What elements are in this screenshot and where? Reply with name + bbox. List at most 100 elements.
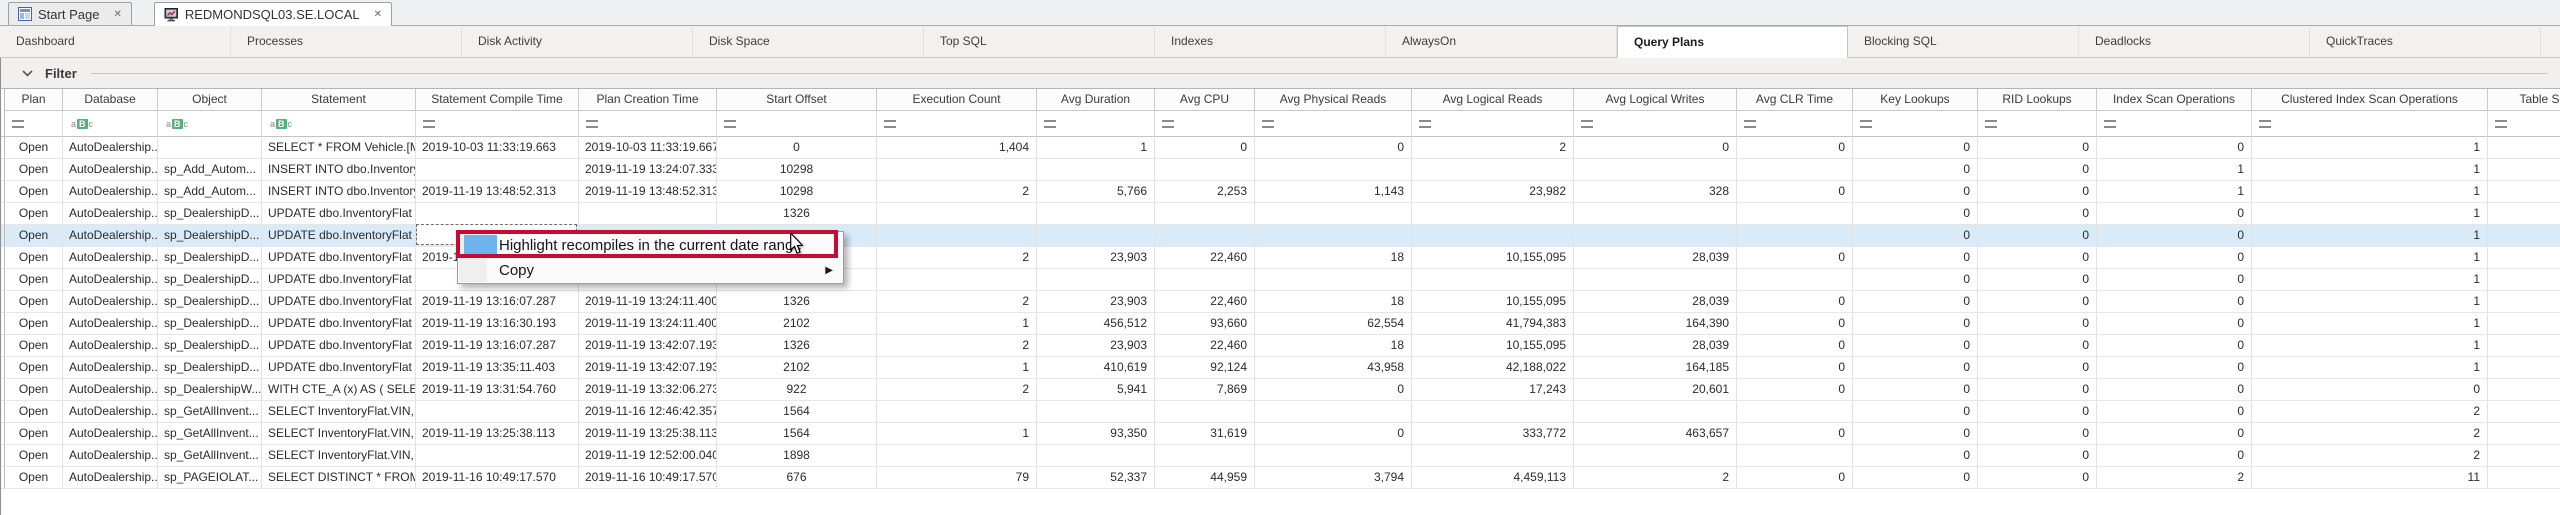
- filter-cell-sct[interactable]: [416, 111, 579, 137]
- cell-plan[interactable]: Open: [5, 401, 63, 423]
- cell-kl: 0: [1853, 247, 1978, 269]
- close-icon[interactable]: ✕: [374, 9, 382, 20]
- chevron-down-icon[interactable]: [22, 69, 33, 77]
- column-header-statement[interactable]: Statement: [262, 89, 416, 111]
- cell-plan[interactable]: Open: [5, 445, 63, 467]
- filter-cell-so[interactable]: [717, 111, 877, 137]
- column-header-cpu[interactable]: Avg CPU: [1155, 89, 1255, 111]
- filter-cell-plan[interactable]: [5, 111, 63, 137]
- column-header-ec[interactable]: Execution Count: [877, 89, 1037, 111]
- filter-cell-ts[interactable]: [2488, 111, 2560, 137]
- cell-ad: 23,903: [1037, 247, 1155, 269]
- cell-plan[interactable]: Open: [5, 467, 63, 489]
- cell-plan[interactable]: Open: [5, 203, 63, 225]
- cell-plan[interactable]: Open: [5, 335, 63, 357]
- close-icon[interactable]: ✕: [113, 9, 121, 20]
- table-row[interactable]: Open AutoDealership... sp_PAGEIOLAT... SELE…: [1, 467, 2560, 489]
- cell-plan[interactable]: Open: [5, 423, 63, 445]
- filter-cell-database[interactable]: aBc: [63, 111, 158, 137]
- column-header-clr[interactable]: Avg CLR Time: [1737, 89, 1853, 111]
- column-header-so[interactable]: Start Offset: [717, 89, 877, 111]
- tab-deadlocks[interactable]: Deadlocks: [2079, 26, 2310, 57]
- table-row[interactable]: Open AutoDealership... sp_DealershipD... UP…: [1, 313, 2560, 335]
- cell-plan[interactable]: Open: [5, 357, 63, 379]
- filter-cell-apr[interactable]: [1255, 111, 1412, 137]
- tab-alwayson[interactable]: AlwaysOn: [1386, 26, 1617, 57]
- filter-cell-statement[interactable]: aBc: [262, 111, 416, 137]
- filter-cell-pct[interactable]: [579, 111, 717, 137]
- cell-plan[interactable]: Open: [5, 291, 63, 313]
- cell-plan[interactable]: Open: [5, 247, 63, 269]
- filter-cell-ec[interactable]: [877, 111, 1037, 137]
- cell-ec: 2: [877, 335, 1037, 357]
- cell-plan[interactable]: Open: [5, 137, 63, 159]
- table-row[interactable]: Open AutoDealership... sp_DealershipD... UP…: [1, 225, 2560, 247]
- column-header-database[interactable]: Database: [63, 89, 158, 111]
- cell-iso: 0: [2097, 269, 2252, 291]
- cell-ec: [877, 401, 1037, 423]
- column-header-ciso[interactable]: Clustered Index Scan Operations: [2252, 89, 2488, 111]
- filter-cell-alr[interactable]: [1412, 111, 1574, 137]
- table-row[interactable]: Open AutoDealership... sp_DealershipD... UP…: [1, 357, 2560, 379]
- tab-disk-space[interactable]: Disk Space: [693, 26, 924, 57]
- table-row[interactable]: Open AutoDealership... sp_DealershipD... UP…: [1, 335, 2560, 357]
- table-row[interactable]: Open AutoDealership... sp_GetAllInvent... S…: [1, 445, 2560, 467]
- column-header-alr[interactable]: Avg Logical Reads: [1412, 89, 1574, 111]
- cell-plan[interactable]: Open: [5, 313, 63, 335]
- tab-dashboard[interactable]: Dashboard: [0, 26, 231, 57]
- cell-ciso: 1: [2252, 357, 2488, 379]
- filter-cell-ciso[interactable]: [2252, 111, 2488, 137]
- cell-ts: [2488, 291, 2560, 313]
- cell-plan[interactable]: Open: [5, 225, 63, 247]
- cell-plan[interactable]: Open: [5, 379, 63, 401]
- table-row[interactable]: Open AutoDealership... sp_DealershipD... UP…: [1, 247, 2560, 269]
- filter-cell-object[interactable]: aBc: [158, 111, 262, 137]
- column-header-pct[interactable]: Plan Creation Time: [579, 89, 717, 111]
- tab-blocking-sql[interactable]: Blocking SQL: [1848, 26, 2079, 57]
- menu-item-copy[interactable]: Copy ▶: [459, 258, 842, 283]
- filter-cell-cpu[interactable]: [1155, 111, 1255, 137]
- column-header-object[interactable]: Object: [158, 89, 262, 111]
- table-row[interactable]: Open AutoDealership... sp_DealershipW... WI…: [1, 379, 2560, 401]
- tab-indexes[interactable]: Indexes: [1155, 26, 1386, 57]
- tab-query-plans[interactable]: Query Plans: [1617, 26, 1848, 58]
- cell-ts: [2488, 357, 2560, 379]
- table-row[interactable]: Open AutoDealership... sp_DealershipD... UP…: [1, 291, 2560, 313]
- cell-database: AutoDealership...: [63, 291, 158, 313]
- column-header-sct[interactable]: Statement Compile Time: [416, 89, 579, 111]
- filter-cell-alw[interactable]: [1574, 111, 1737, 137]
- filter-cell-iso[interactable]: [2097, 111, 2252, 137]
- filter-cell-kl[interactable]: [1853, 111, 1978, 137]
- table-row[interactable]: Open AutoDealership... sp_Add_Autom... INSE…: [1, 159, 2560, 181]
- equals-filter-icon: [1581, 119, 1593, 128]
- cell-plan[interactable]: Open: [5, 269, 63, 291]
- column-header-plan[interactable]: Plan: [5, 89, 63, 111]
- tab-disk-activity[interactable]: Disk Activity: [462, 26, 693, 57]
- column-header-iso[interactable]: Index Scan Operations: [2097, 89, 2252, 111]
- table-row[interactable]: Open AutoDealership... sp_Add_Autom... INSE…: [1, 181, 2560, 203]
- column-header-ad[interactable]: Avg Duration: [1037, 89, 1155, 111]
- cell-kl: 0: [1853, 401, 1978, 423]
- start-page-icon: [18, 7, 32, 21]
- column-header-apr[interactable]: Avg Physical Reads: [1255, 89, 1412, 111]
- document-tab-start-page[interactable]: Start Page ✕: [8, 2, 132, 25]
- table-row[interactable]: Open AutoDealership... sp_GetAllInvent... S…: [1, 401, 2560, 423]
- table-row[interactable]: Open AutoDealership... SELECT * FROM Vehic…: [1, 137, 2560, 159]
- filter-cell-clr[interactable]: [1737, 111, 1853, 137]
- document-tab-redmondsql03-se-local[interactable]: REDMONDSQL03.SE.LOCAL ✕: [153, 2, 393, 26]
- filter-cell-rid[interactable]: [1978, 111, 2097, 137]
- column-header-kl[interactable]: Key Lookups: [1853, 89, 1978, 111]
- table-row[interactable]: Open AutoDealership... sp_DealershipD... UP…: [1, 203, 2560, 225]
- column-header-ts[interactable]: Table Sc: [2488, 89, 2560, 111]
- cell-plan[interactable]: Open: [5, 159, 63, 181]
- cell-plan[interactable]: Open: [5, 181, 63, 203]
- filter-cell-ad[interactable]: [1037, 111, 1155, 137]
- column-header-rid[interactable]: RID Lookups: [1978, 89, 2097, 111]
- tab-quicktraces[interactable]: QuickTraces: [2310, 26, 2541, 57]
- tab-processes[interactable]: Processes: [231, 26, 462, 57]
- table-row[interactable]: Open AutoDealership... sp_DealershipD... UP…: [1, 269, 2560, 291]
- table-row[interactable]: Open AutoDealership... sp_GetAllInvent... S…: [1, 423, 2560, 445]
- tab-top-sql[interactable]: Top SQL: [924, 26, 1155, 57]
- cell-object: sp_Add_Autom...: [158, 181, 262, 203]
- column-header-alw[interactable]: Avg Logical Writes: [1574, 89, 1737, 111]
